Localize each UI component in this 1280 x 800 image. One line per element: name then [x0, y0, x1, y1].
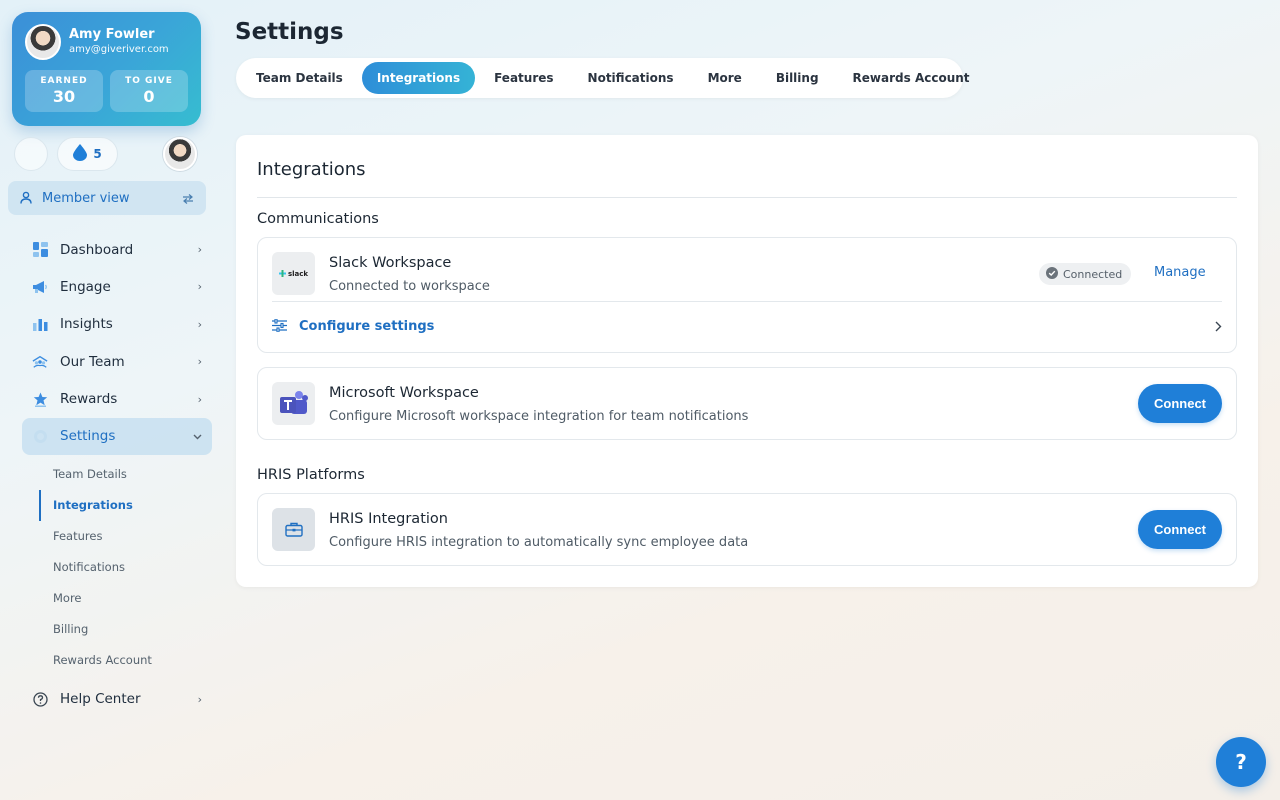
- tab-notifications[interactable]: Notifications: [573, 62, 689, 94]
- microsoft-title: Microsoft Workspace: [329, 385, 479, 401]
- panel-title: Integrations: [257, 159, 366, 180]
- profile-avatar: [25, 24, 61, 60]
- tab-more[interactable]: More: [693, 62, 757, 94]
- profile-email: amy@giveriver.com: [69, 44, 169, 55]
- megaphone-icon: [32, 279, 48, 295]
- hris-card: HRIS Integration Configure HRIS integrat…: [257, 493, 1237, 566]
- help-fab-button[interactable]: ?: [1216, 737, 1266, 787]
- slack-logo-text: slack: [287, 269, 309, 278]
- subnav-team-details[interactable]: Team Details: [39, 459, 212, 490]
- user-icon: [20, 189, 32, 208]
- subnav-more[interactable]: More: [39, 583, 212, 614]
- to-give-value: 0: [143, 87, 155, 106]
- teams-icon: [279, 390, 308, 414]
- page-title: Settings: [235, 19, 344, 45]
- sidebar: Amy Fowler amy@giveriver.com EARNED 30 T…: [0, 0, 222, 800]
- swap-icon: [182, 189, 194, 208]
- briefcase-icon: [284, 522, 303, 537]
- slack-card: slack Slack Workspace Connected to works…: [257, 237, 1237, 353]
- nav-item-dashboard[interactable]: Dashboard ›: [22, 231, 212, 268]
- to-give-stat: TO GIVE 0: [110, 70, 188, 112]
- mini-status-row: 5: [14, 137, 198, 171]
- configure-settings-row[interactable]: Configure settings: [272, 302, 1222, 351]
- to-give-label: TO GIVE: [125, 76, 173, 86]
- nav-label-settings: Settings: [60, 428, 116, 445]
- nav-item-insights[interactable]: Insights ›: [22, 306, 212, 343]
- chevron-right-icon: [1215, 317, 1222, 336]
- help-circle-icon: [32, 691, 48, 707]
- hris-title: HRIS Integration: [329, 511, 448, 527]
- subnav-notifications[interactable]: Notifications: [39, 552, 212, 583]
- tab-team-details[interactable]: Team Details: [241, 62, 358, 94]
- dashboard-icon: [32, 242, 48, 258]
- subnav-rewards-account[interactable]: Rewards Account: [39, 645, 212, 676]
- microsoft-card: Microsoft Workspace Configure Microsoft …: [257, 367, 1237, 440]
- bar-chart-icon: [32, 316, 48, 332]
- subnav-billing[interactable]: Billing: [39, 614, 212, 645]
- microsoft-teams-logo: [272, 382, 315, 425]
- user-avatar[interactable]: [163, 137, 197, 171]
- gear-icon: [32, 428, 48, 444]
- main-nav: Dashboard › Engage › Insights › Our Team…: [22, 231, 212, 718]
- nav-label-engage: Engage: [60, 278, 111, 295]
- profile-card[interactable]: Amy Fowler amy@giveriver.com EARNED 30 T…: [12, 12, 201, 126]
- manage-link[interactable]: Manage: [1154, 265, 1206, 280]
- drop-icon: [73, 143, 88, 165]
- drops-count: 5: [93, 147, 102, 161]
- sliders-icon: [272, 317, 287, 336]
- earned-stat: EARNED 30: [25, 70, 103, 112]
- configure-settings-label: Configure settings: [299, 319, 435, 334]
- communications-heading: Communications: [257, 211, 379, 227]
- status-badge-label: Connected: [1063, 267, 1123, 281]
- status-badge: Connected: [1039, 263, 1132, 285]
- integrations-panel: Integrations Communications slack Slack …: [236, 135, 1258, 587]
- hris-connect-button[interactable]: Connect: [1138, 510, 1222, 549]
- subnav-features[interactable]: Features: [39, 521, 212, 552]
- earned-value: 30: [52, 87, 76, 106]
- nav-item-settings[interactable]: Settings: [22, 417, 212, 455]
- nav-item-help-center[interactable]: Help Center ›: [22, 681, 212, 718]
- settings-subnav: Team Details Integrations Features Notif…: [39, 459, 212, 676]
- drops-pill[interactable]: 5: [57, 137, 118, 171]
- tab-integrations[interactable]: Integrations: [361, 62, 476, 94]
- slack-title: Slack Workspace: [329, 255, 452, 271]
- chevron-right-icon: ›: [197, 692, 202, 706]
- status-circle[interactable]: [14, 137, 48, 171]
- profile-name: Amy Fowler: [69, 27, 155, 42]
- nav-label-help-center: Help Center: [60, 691, 141, 708]
- nav-item-rewards[interactable]: Rewards ›: [22, 381, 212, 418]
- member-view-label: Member view: [42, 190, 130, 206]
- panel-divider: [257, 197, 1237, 198]
- earned-label: EARNED: [40, 76, 88, 86]
- hris-heading: HRIS Platforms: [257, 467, 365, 483]
- tab-features[interactable]: Features: [479, 62, 568, 94]
- chevron-right-icon: ›: [197, 392, 202, 406]
- slack-mark-icon: [278, 270, 286, 277]
- nav-label-our-team: Our Team: [60, 353, 125, 370]
- star-icon: [32, 391, 48, 407]
- slack-desc: Connected to workspace: [329, 279, 490, 294]
- member-view-toggle[interactable]: Member view: [8, 181, 206, 215]
- chevron-right-icon: ›: [197, 243, 202, 256]
- nav-item-our-team[interactable]: Our Team ›: [22, 343, 212, 380]
- nav-label-insights: Insights: [60, 316, 113, 333]
- chevron-right-icon: ›: [197, 280, 202, 294]
- check-circle-icon: [1046, 266, 1058, 282]
- microsoft-desc: Configure Microsoft workspace integratio…: [329, 409, 749, 424]
- slack-logo: slack: [272, 252, 315, 295]
- team-icon: [32, 354, 48, 370]
- tab-billing[interactable]: Billing: [761, 62, 834, 94]
- microsoft-connect-button[interactable]: Connect: [1138, 384, 1222, 423]
- nav-label-rewards: Rewards: [60, 391, 118, 408]
- hris-desc: Configure HRIS integration to automatica…: [329, 535, 749, 550]
- chevron-right-icon: ›: [197, 317, 202, 331]
- chevron-down-icon: [193, 430, 202, 443]
- settings-tabs: Team Details Integrations Features Notif…: [236, 58, 970, 98]
- tab-rewards-account[interactable]: Rewards Account: [838, 62, 985, 94]
- chevron-right-icon: ›: [197, 355, 202, 369]
- hris-logo: [272, 508, 315, 551]
- nav-item-engage[interactable]: Engage ›: [22, 268, 212, 305]
- subnav-integrations[interactable]: Integrations: [39, 489, 212, 521]
- nav-label-dashboard: Dashboard: [60, 241, 134, 258]
